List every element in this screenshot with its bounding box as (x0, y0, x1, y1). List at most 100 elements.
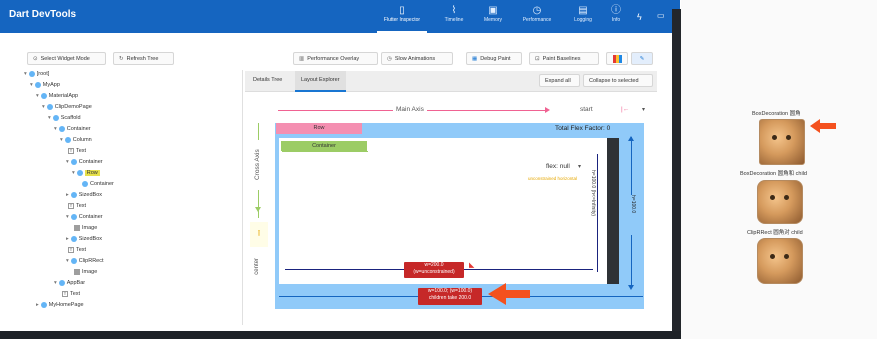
grid-icon: ▦ (472, 56, 478, 62)
child-size-tag: w=200.0 (w=unconstrained) (404, 262, 464, 278)
tree-node[interactable]: ▾ Container (54, 125, 91, 134)
cat-eye (770, 254, 775, 259)
tree-node[interactable]: T Text (66, 246, 86, 255)
timeline-icon: ⌇ (451, 5, 457, 16)
cross-axis-alignment[interactable]: center (254, 258, 260, 275)
text-widget-icon: T (68, 246, 74, 253)
memory-icon: ▣ (488, 5, 498, 16)
tree-node[interactable]: T Text (60, 290, 80, 299)
tab-label: Performance (522, 17, 552, 23)
expand-toggle-icon[interactable]: ▾ (42, 104, 45, 110)
expand-toggle-icon[interactable]: ▾ (24, 71, 27, 77)
row-label: Row (276, 123, 362, 134)
container-top-rule (282, 151, 368, 152)
button-label: Expand all (545, 78, 571, 84)
cat-eye (786, 135, 791, 140)
flex-dropdown-icon[interactable]: ▾ (578, 163, 581, 170)
tab-memory[interactable]: ▣ Memory (478, 5, 508, 31)
tree-node[interactable]: ▾ ClipDemoPage (42, 103, 92, 112)
expand-toggle-icon[interactable]: ▾ (54, 280, 57, 286)
button-label: Paint Baselines (542, 56, 581, 62)
paint-baselines-button[interactable]: ⊡ Paint Baselines (529, 52, 599, 65)
taskbar-strip (0, 331, 681, 339)
tab-flutter-inspector[interactable]: ▯ Flutter Inspector (377, 5, 427, 33)
refresh-icon: ↻ (119, 56, 124, 62)
expand-toggle-icon[interactable]: ▾ (66, 258, 69, 264)
tab-layout-explorer[interactable]: Layout Explorer (295, 71, 346, 92)
tree-node[interactable]: ▾ Column (60, 136, 92, 145)
window-edge (672, 9, 681, 331)
tree-node-label: Container (78, 214, 103, 220)
expand-toggle-icon[interactable]: ▸ (66, 192, 69, 198)
color-toggle-button[interactable] (606, 52, 628, 65)
bolt-icon[interactable]: ϟ (637, 12, 642, 22)
tree-node[interactable]: ▾ Container (66, 213, 103, 222)
tree-node[interactable]: ▾ Container (66, 158, 103, 167)
widget-icon (40, 92, 47, 99)
tab-label: Memory (483, 17, 503, 23)
tree-node[interactable]: ▸ SizedBox (66, 191, 102, 200)
tab-info[interactable]: ⓘ Info (605, 5, 627, 31)
flex-value[interactable]: flex: null (546, 163, 570, 170)
collapse-to-selected-button[interactable]: Collapse to selected (583, 74, 653, 87)
expand-toggle-icon[interactable]: ▾ (48, 115, 51, 121)
dropdown-arrow-icon[interactable]: ▾ (642, 106, 645, 113)
performance-overlay-button[interactable]: ▥ Performance Overlay (293, 52, 378, 65)
tree-node-label: Row (84, 170, 100, 176)
tree-node[interactable]: ▾ Scaffold (48, 114, 81, 123)
tree-node[interactable]: T Text (66, 147, 86, 156)
tree-node[interactable]: T Text (66, 202, 86, 211)
tree-node[interactable]: ▾ MyApp (30, 81, 60, 90)
tree-node[interactable]: ▸ SizedBox (66, 235, 102, 244)
cross-alignment-start-icon[interactable]: ⫿ (250, 222, 268, 247)
panel-divider[interactable] (242, 70, 243, 325)
app-title: Dart DevTools (9, 9, 77, 20)
expand-toggle-icon[interactable]: ▸ (36, 302, 39, 308)
tree-node-label: Text (76, 247, 87, 253)
refresh-tree-button[interactable]: ↻ Refresh Tree (113, 52, 174, 65)
expand-toggle-icon[interactable]: ▾ (60, 137, 63, 143)
tree-node[interactable]: ▾ MaterialApp (36, 92, 78, 101)
cat-eye (784, 254, 789, 259)
cat-image-3 (757, 238, 803, 284)
expand-toggle-icon[interactable]: ▾ (54, 126, 57, 132)
bar-chart-icon: ▥ (299, 56, 305, 62)
tree-node-label: Image (82, 225, 98, 231)
tree-node[interactable]: ▾ ClipRRect (66, 257, 104, 266)
tree-node[interactable]: Container (80, 180, 114, 189)
expand-toggle-icon[interactable]: ▾ (72, 170, 75, 176)
tree-node[interactable]: ▾ AppBar (54, 279, 85, 288)
expand-toggle-icon[interactable]: ▾ (36, 93, 39, 99)
widget-icon (34, 81, 41, 88)
tree-node[interactable]: Image (72, 224, 97, 233)
tree-node[interactable]: ▾ [root] (24, 70, 49, 79)
expand-toggle-icon[interactable]: ▾ (66, 159, 69, 165)
arrow-up-icon (628, 136, 634, 141)
tab-timeline[interactable]: ⌇ Timeline (437, 5, 471, 31)
color-bars-icon-3 (618, 54, 622, 63)
tree-node-label: Text (76, 203, 87, 209)
expand-toggle-icon[interactable]: ▸ (66, 236, 69, 242)
parent-size-line2: children take 200.0 (428, 295, 472, 301)
select-widget-mode-button[interactable]: ⊙ Select Widget Mode (27, 52, 106, 65)
tab-logging[interactable]: ▤ Logging (566, 5, 600, 31)
expand-all-button[interactable]: Expand all (539, 74, 580, 87)
tab-label: Flutter Inspector (383, 17, 421, 23)
repaint-button[interactable]: ✎ (631, 52, 653, 65)
main-axis-alignment[interactable]: start (580, 106, 593, 113)
debug-paint-button[interactable]: ▦ Debug Paint (466, 52, 522, 65)
expand-toggle-icon[interactable]: ▾ (66, 214, 69, 220)
tree-node[interactable]: ▸ MyHomePage (36, 301, 84, 310)
slow-animations-button[interactable]: ◷ Slow Animations (381, 52, 453, 65)
image-widget-icon (74, 224, 80, 231)
tree-node[interactable]: ▾ Row (72, 169, 100, 178)
expand-toggle-icon[interactable]: ▾ (30, 82, 33, 88)
tree-node-label: MyHomePage (48, 302, 84, 308)
tree-node-label: Container (90, 181, 114, 187)
chat-icon[interactable]: ▭ (657, 11, 665, 20)
pen-icon: ✎ (639, 56, 645, 62)
tree-node[interactable]: Image (72, 268, 97, 277)
image-widget-icon (74, 268, 80, 275)
tab-performance[interactable]: ◷ Performance (515, 5, 559, 31)
tab-details-tree[interactable]: Details Tree (247, 71, 288, 90)
